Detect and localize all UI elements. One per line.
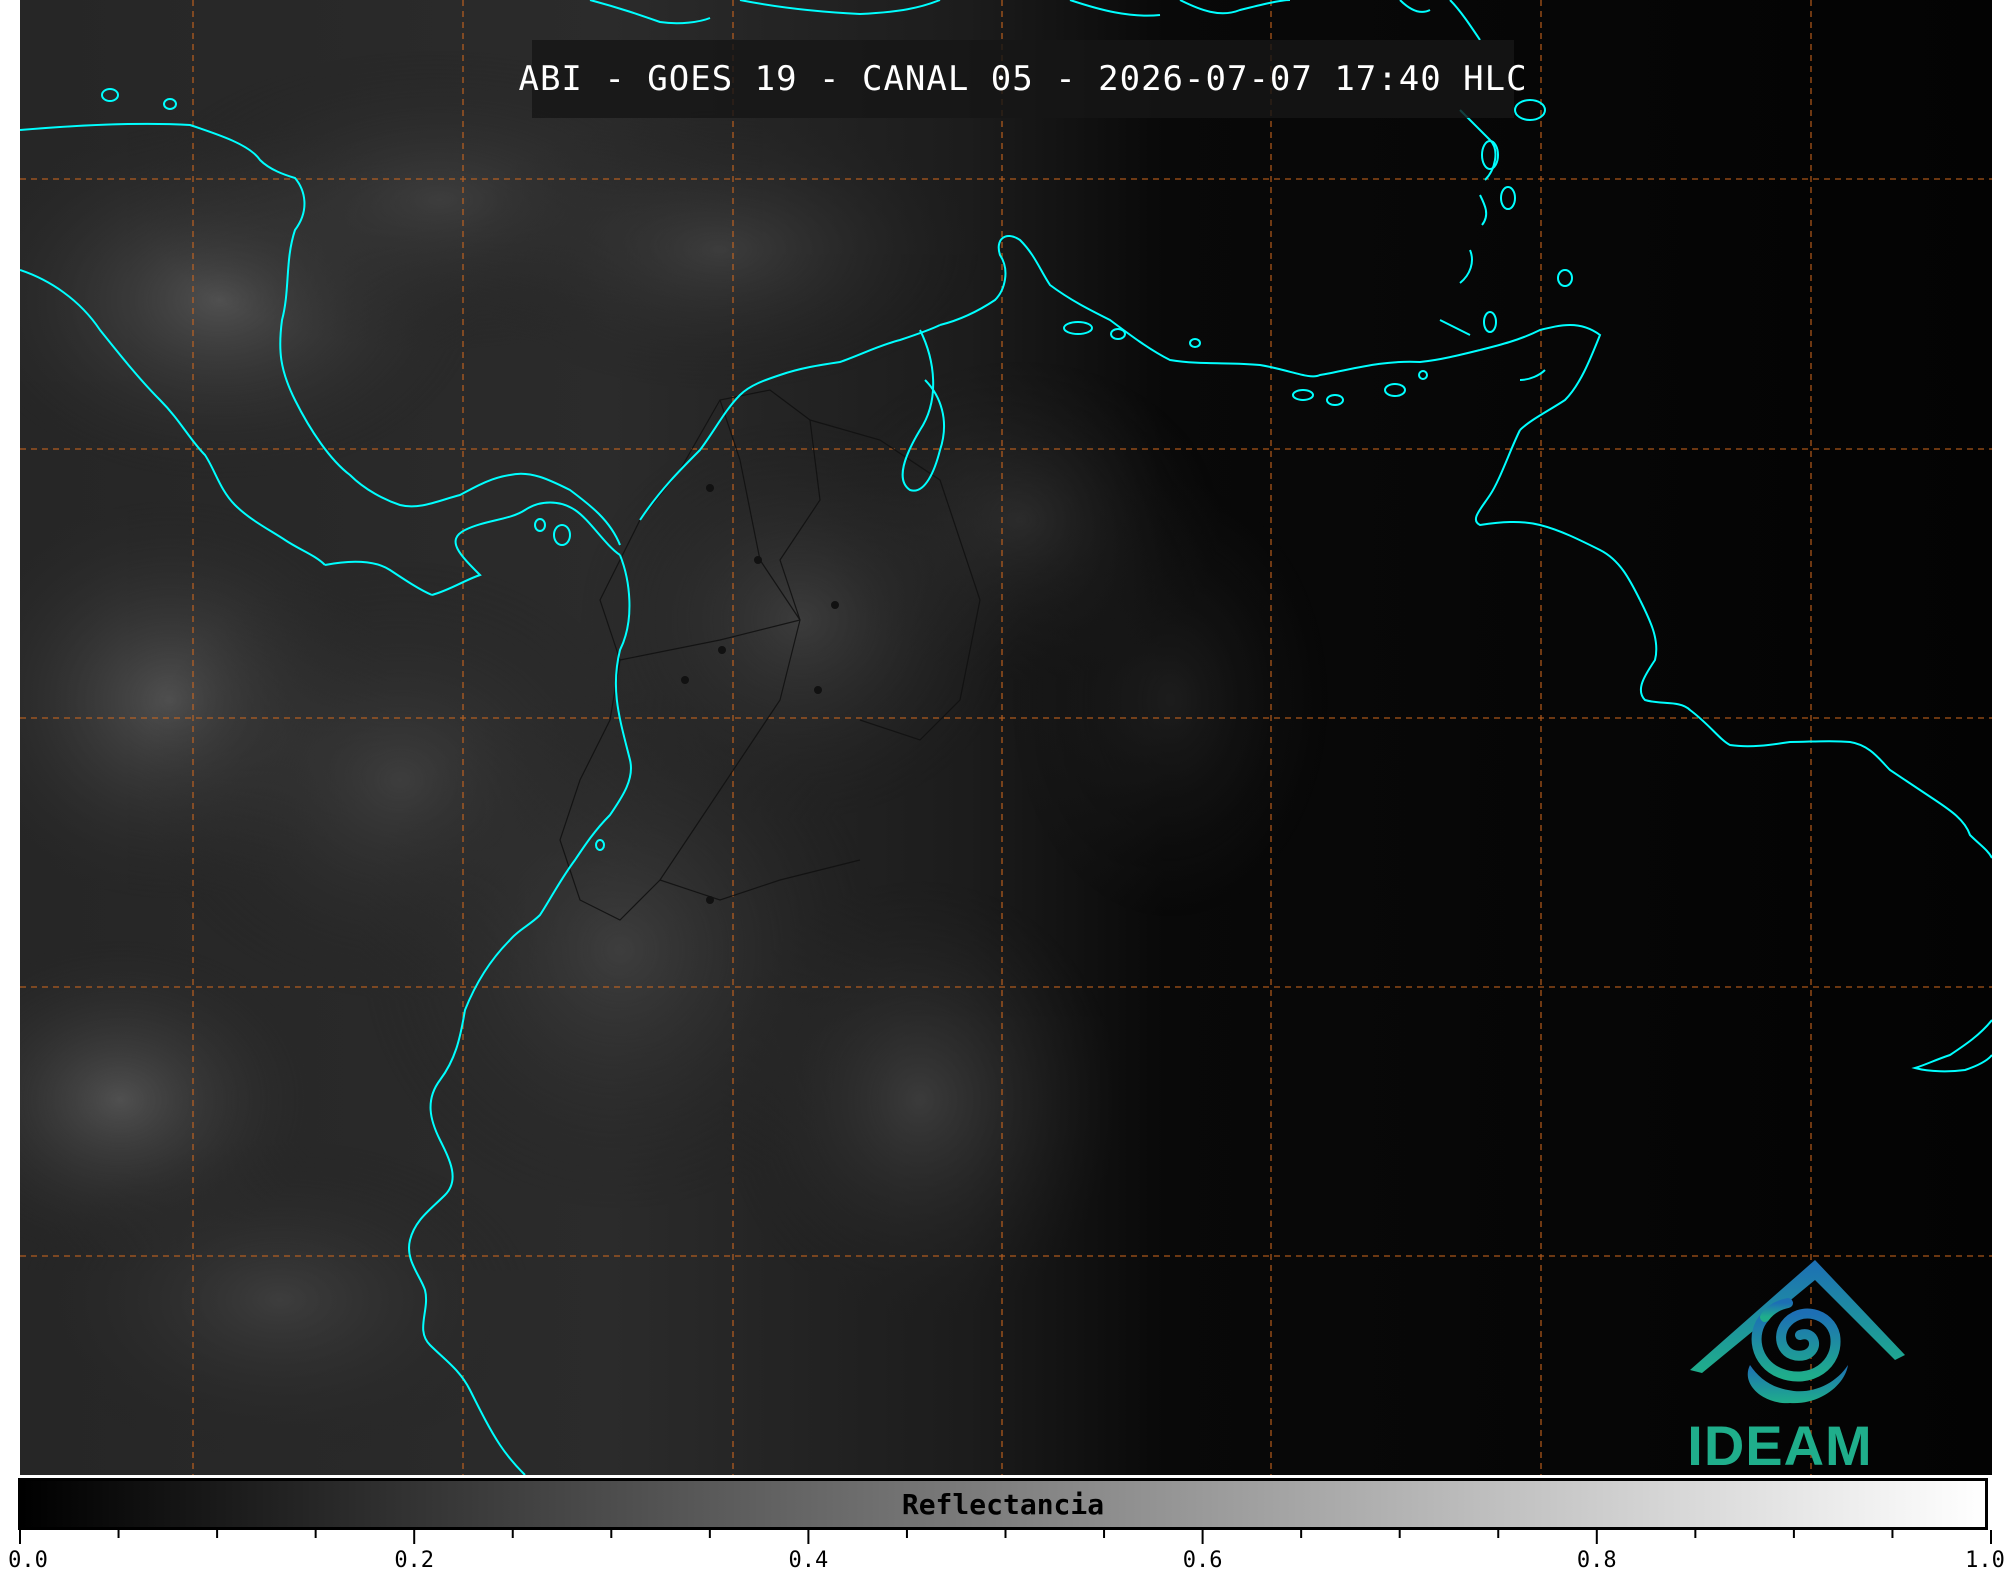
map-title: ABI - GOES 19 - CANAL 05 - 2026-07-07 17… bbox=[518, 59, 1528, 99]
colorbar: Reflectancia bbox=[18, 1478, 1994, 1538]
colorbar-tick-label: 0.2 bbox=[394, 1548, 435, 1573]
colorbar-tick-label: 0.4 bbox=[788, 1548, 829, 1573]
colorbar-tick-label: 0.6 bbox=[1182, 1548, 1223, 1573]
ideam-logo-text: IDEAM bbox=[1687, 1414, 1873, 1475]
colorbar-tick-label: 0.0 bbox=[8, 1548, 48, 1573]
satellite-map[interactable]: ABI - GOES 19 - CANAL 05 - 2026-07-07 17… bbox=[20, 0, 1992, 1475]
colorbar-label: Reflectancia bbox=[901, 1487, 1105, 1521]
colorbar-ticks bbox=[19, 1530, 1992, 1544]
colorbar-tick-label: 1.0 bbox=[1965, 1548, 2005, 1573]
ideam-logo: IDEAM bbox=[1670, 1255, 1910, 1475]
ideam-emblem-icon bbox=[1690, 1260, 1905, 1404]
map-canvas bbox=[20, 0, 1992, 1475]
title-banner: ABI - GOES 19 - CANAL 05 - 2026-07-07 17… bbox=[518, 40, 1527, 118]
colorbar-tick-label: 0.8 bbox=[1576, 1548, 1617, 1573]
